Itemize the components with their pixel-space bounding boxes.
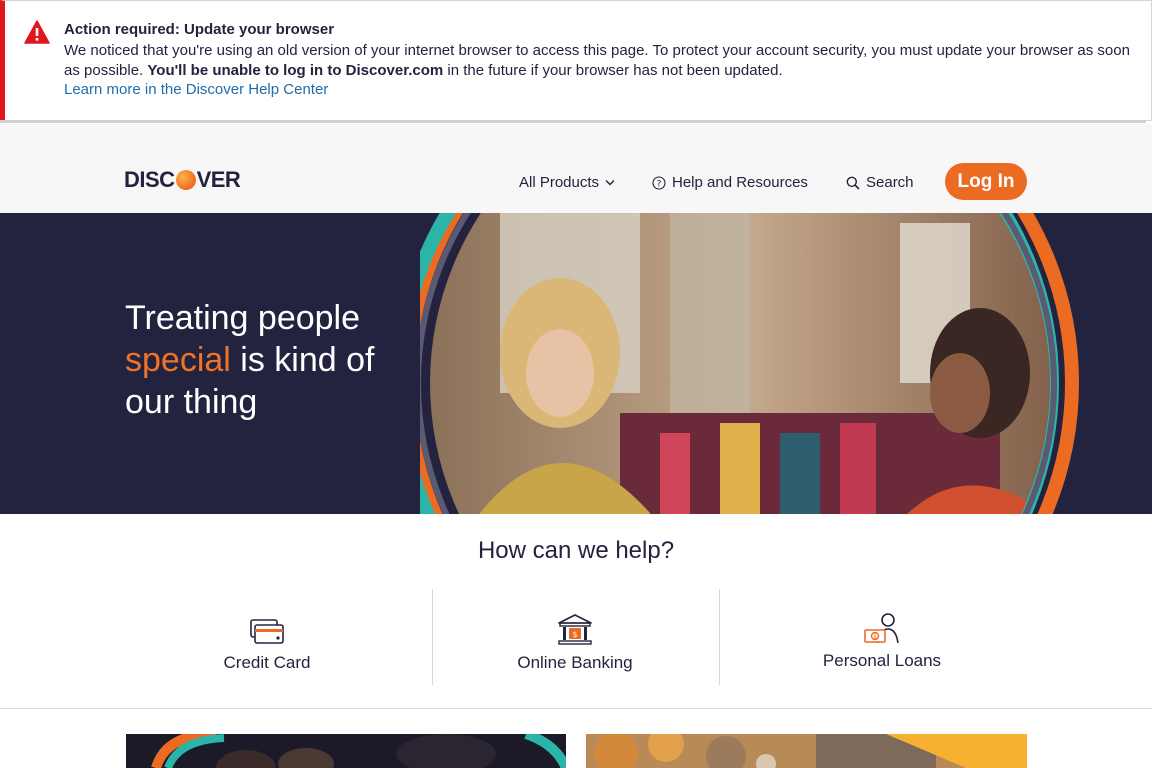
credit-card-icon [250,619,284,644]
svg-text:?: ? [657,179,662,189]
warning-triangle-icon [24,20,50,44]
personal-loans-label: Personal Loans [822,651,942,670]
personal-loan-icon: $ [864,613,899,644]
help-divider-1 [432,589,433,685]
section-divider [0,708,1152,709]
browser-alert: Action required: Update your browser We … [0,0,1152,121]
logo-text-right: VER [196,167,241,192]
promo-card-2-image [586,734,1027,768]
promo-card-1[interactable] [126,734,566,768]
alert-message: We noticed that you're using an old vers… [64,41,1134,81]
hero-line-3: our thing [125,383,258,421]
help-option-credit-card[interactable]: Credit Card [147,589,387,685]
bank-icon: $ [558,614,592,645]
credit-card-label: Credit Card [223,653,311,672]
alert-message-bold: You'll be unable to log in to Discover.c… [147,62,444,79]
hero-photo [420,213,1079,514]
online-banking-label: Online Banking [517,653,633,672]
svg-text:$: $ [873,634,877,641]
question-circle-icon: ? [652,175,666,190]
search-icon [846,176,860,190]
help-option-personal-loans[interactable]: $ Personal Loans [762,589,1002,685]
nav-all-products-label: All Products [519,174,600,191]
help-divider-2 [719,589,720,685]
nav-search[interactable]: Search [846,174,914,191]
help-center-link[interactable]: Learn more in the Discover Help Center [64,81,328,98]
hero-line-2: special is kind of [125,339,374,381]
discover-logo[interactable]: DISC VER [124,167,241,192]
nav-help-resources[interactable]: ? Help and Resources [652,174,808,191]
logo-dot-icon [175,170,196,190]
promo-card-2[interactable] [586,734,1027,768]
site-header: DISC VER All Products ? Help and Resourc… [0,124,1152,213]
alert-message-part2: in the future if your browser has not be… [447,62,783,79]
hero-headline: Treating people special is kind of our t… [125,297,374,423]
hero-line-2-rest: is kind of [230,341,375,379]
svg-text:$: $ [572,630,577,639]
hero-banner: Treating people special is kind of our t… [0,213,1152,514]
promo-card-1-image [126,734,566,768]
alert-divider [0,120,1146,123]
nav-search-label: Search [866,174,914,191]
login-button[interactable]: Log In [945,163,1027,200]
hero-accent-word: special [125,341,231,379]
logo-text-left: DISC [124,167,175,192]
help-section-title: How can we help? [477,537,675,564]
nav-help-label: Help and Resources [672,174,808,191]
chevron-down-icon [605,180,615,186]
alert-title: Action required: Update your browser [64,21,335,38]
nav-all-products[interactable]: All Products [519,174,615,191]
hero-line-1: Treating people [125,299,361,337]
help-option-online-banking[interactable]: $ Online Banking [455,589,695,685]
